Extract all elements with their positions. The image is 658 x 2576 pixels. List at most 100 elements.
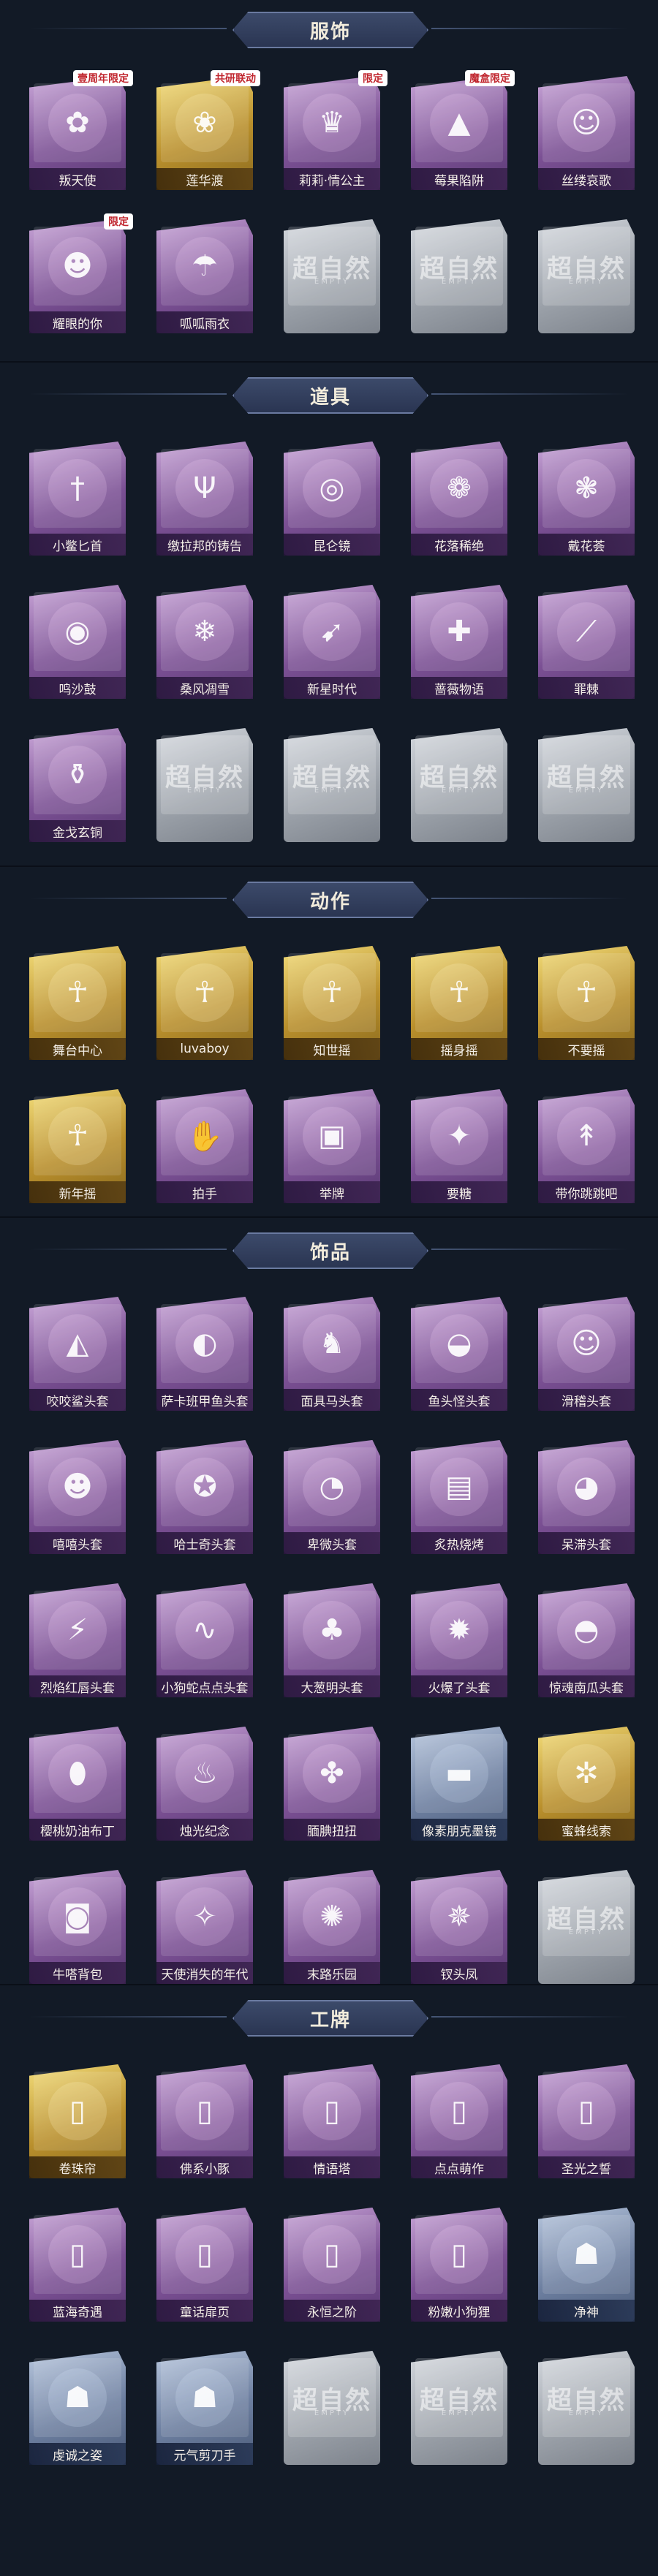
section-title: 动作 — [309, 890, 351, 913]
card-art: ❀ — [161, 83, 249, 162]
item-card[interactable]: ▯ 永恒之阶 — [281, 2205, 383, 2325]
item-label: 知世摇 — [284, 1038, 380, 1060]
item-card[interactable]: ⟋ 罪棘 — [535, 582, 638, 702]
flower-ring-icon: ❁ — [430, 459, 488, 518]
item-card[interactable]: ☻ 耀眼的你 限定 — [26, 213, 133, 336]
item-card[interactable]: ❀ 莲华渡 共研联动 — [154, 70, 260, 193]
header-divider — [29, 2016, 227, 2018]
item-card[interactable]: ▯ 蓝海奇遇 — [26, 2205, 129, 2325]
item-card[interactable]: ✵ 钗头凤 — [408, 1867, 510, 1987]
item-card[interactable]: ▯ 点点萌作 — [408, 2061, 510, 2181]
angel-doll-icon: ✧ — [175, 1887, 234, 1946]
item-card[interactable]: ✺ 末路乐园 — [281, 1867, 383, 1987]
item-card[interactable]: ◔ 卑微头套 — [281, 1437, 383, 1557]
item-card[interactable]: ◭ 咬咬鲨头套 — [26, 1294, 129, 1414]
item-card[interactable]: ☺ 丝缕哀歌 — [535, 73, 638, 193]
empty-watermark-sub: EMPTY — [568, 278, 605, 286]
item-card[interactable]: ◒ 鱼头怪头套 — [408, 1294, 510, 1414]
item-card[interactable]: ▯ 粉嫩小狗狸 — [408, 2205, 510, 2325]
card-art: ▣ — [288, 1096, 376, 1175]
item-card[interactable]: ☗ 元气剪刀手 — [154, 2348, 256, 2468]
item-card[interactable]: ☗ 净神 — [535, 2205, 638, 2325]
section-banner: 动作 — [232, 882, 428, 918]
item-card[interactable]: ⬮ 樱桃奶油布丁 — [26, 1724, 129, 1844]
item-label: 哈士奇头套 — [156, 1532, 253, 1554]
sunglasses-icon: ▬ — [430, 1744, 488, 1803]
item-card[interactable]: ✲ 蜜蜂线索 — [535, 1724, 638, 1844]
item-card[interactable]: ☥ 知世摇 — [281, 943, 383, 1063]
item-label: 粉嫩小狗狸 — [411, 2300, 507, 2322]
section-header: 服饰 — [0, 0, 658, 56]
item-card[interactable]: ❁ 花落稀绝 — [408, 439, 510, 558]
witch-hat-icon: ▲ — [430, 94, 488, 152]
item-card[interactable]: ☥ 摇身摇 — [408, 943, 510, 1063]
item-card[interactable]: ❃ 戴花荟 — [535, 439, 638, 558]
item-card[interactable]: ☥ 新年摇 — [26, 1086, 129, 1206]
section-header: 工牌 — [0, 1988, 658, 2044]
item-card[interactable]: ↟ 带你跳跳吧 — [535, 1086, 638, 1206]
item-card[interactable]: ♞ 面具马头套 — [281, 1294, 383, 1414]
item-card[interactable]: ❄ 桑风凋雪 — [154, 582, 256, 702]
staff-icon: ⟋ — [557, 602, 616, 661]
item-label: 虔诚之姿 — [29, 2443, 126, 2465]
limited-tag: 限定 — [104, 213, 133, 230]
item-card[interactable]: ☥ 不要摇 — [535, 943, 638, 1063]
item-card[interactable]: ▲ 莓果陷阱 魔盒限定 — [408, 70, 515, 193]
item-card[interactable]: † 小鳖匕首 — [26, 439, 129, 558]
item-card[interactable]: ♣ 大葱明头套 — [281, 1580, 383, 1700]
item-card[interactable]: ◓ 惊魂南瓜头套 — [535, 1580, 638, 1700]
item-card[interactable]: ✪ 哈士奇头套 — [154, 1437, 256, 1557]
item-card[interactable]: ▯ 情语塔 — [281, 2061, 383, 2181]
item-card[interactable]: ▯ 圣光之誓 — [535, 2061, 638, 2181]
item-card[interactable]: ▯ 童话扉页 — [154, 2205, 256, 2325]
dagger-icon: † — [48, 459, 107, 518]
item-card[interactable]: ⚡ 烈焰红唇头套 — [26, 1580, 129, 1700]
item-card[interactable]: ▬ 像素朋克墨镜 — [408, 1724, 510, 1844]
item-card[interactable]: ✋ 拍手 — [154, 1086, 256, 1206]
item-card[interactable]: ⚱ 金戈玄铜 — [26, 725, 129, 845]
pikachu-icon: ⚡ — [48, 1601, 107, 1659]
item-card[interactable]: ▤ 炙热烧烤 — [408, 1437, 510, 1557]
item-card[interactable]: ◎ 昆仑镜 — [281, 439, 383, 558]
item-card[interactable]: ✹ 火爆了头套 — [408, 1580, 510, 1700]
item-card[interactable]: ☂ 呱呱雨衣 — [154, 216, 256, 336]
item-card[interactable]: ✤ 腼腆扭扭 — [281, 1724, 383, 1844]
item-card[interactable]: ☻ 嘻嘻头套 — [26, 1437, 129, 1557]
item-card[interactable]: ♨ 烛光纪念 — [154, 1724, 256, 1844]
item-card[interactable]: ☥ 舞台中心 — [26, 943, 129, 1063]
item-card[interactable]: ➹ 新星时代 — [281, 582, 383, 702]
item-card[interactable]: ✚ 蔷薇物语 — [408, 582, 510, 702]
item-card[interactable]: ✿ 叛天使 壹周年限定 — [26, 70, 133, 193]
item-card[interactable]: ◙ 牛嗒背包 — [26, 1867, 129, 1987]
item-card[interactable]: ◕ 呆滞头套 — [535, 1437, 638, 1557]
item-card[interactable]: Ψ 缴拉邦的铸告 — [154, 439, 256, 558]
item-card[interactable]: ◐ 萨卡班甲鱼头套 — [154, 1294, 256, 1414]
item-card[interactable]: ♛ 莉莉·情公主 限定 — [281, 70, 387, 193]
smile-face-icon: ☺ — [557, 1314, 616, 1373]
card-art: ✋ — [161, 1096, 249, 1175]
header-divider — [29, 28, 227, 29]
item-card[interactable]: ✧ 天使消失的年代 — [154, 1867, 256, 1987]
item-card[interactable]: ▣ 举牌 — [281, 1086, 383, 1206]
card-art: ♨ — [161, 1734, 249, 1813]
revolver-icon: ➹ — [303, 602, 361, 661]
item-card[interactable]: ∿ 小狗蛇点点头套 — [154, 1580, 256, 1700]
header-divider — [431, 2016, 629, 2018]
section-divider — [0, 361, 658, 363]
item-card[interactable]: ☥ luvaboy — [154, 943, 256, 1063]
item-card[interactable]: ✦ 要糖 — [408, 1086, 510, 1206]
item-card[interactable]: ◉ 鸣沙鼓 — [26, 582, 129, 702]
item-card[interactable]: ☗ 虔诚之姿 — [26, 2348, 129, 2468]
header-divider — [29, 393, 227, 395]
dull-face-icon: ◕ — [557, 1458, 616, 1516]
item-label: 牛嗒背包 — [29, 1962, 126, 1984]
item-label: 大葱明头套 — [284, 1675, 380, 1697]
item-card[interactable]: ▯ 佛系小豚 — [154, 2061, 256, 2181]
item-card[interactable]: ▯ 卷珠帘 — [26, 2061, 129, 2181]
card-art: ◭ — [34, 1304, 121, 1383]
card-art: ☥ — [288, 953, 376, 1032]
item-label: 滑稽头套 — [538, 1389, 635, 1411]
section-banner: 饰品 — [232, 1232, 428, 1269]
trident-icon: Ψ — [175, 459, 234, 518]
item-card[interactable]: ☺ 滑稽头套 — [535, 1294, 638, 1414]
